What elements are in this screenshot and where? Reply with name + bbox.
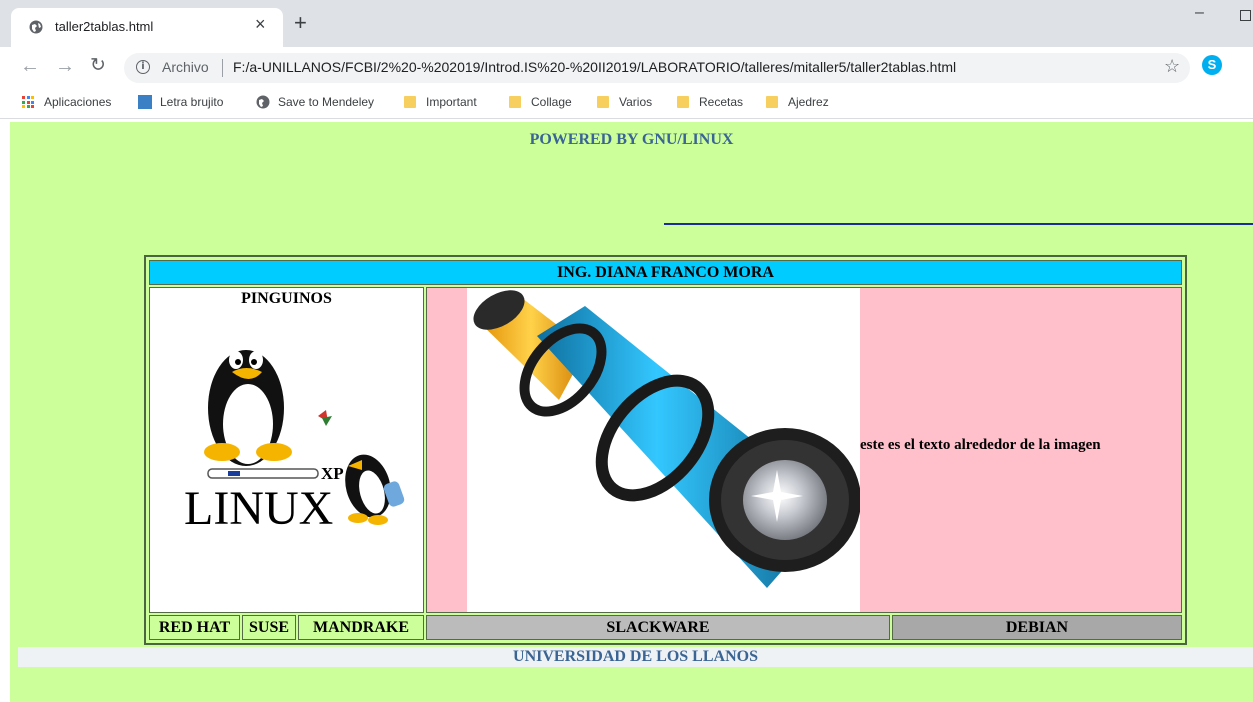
- tab-title: taller2tablas.html: [55, 19, 154, 34]
- folder-icon: [766, 96, 778, 108]
- address-separator: [222, 59, 223, 77]
- reload-icon[interactable]: ↻: [90, 55, 106, 77]
- bookmark-label: Ajedrez: [788, 95, 829, 109]
- bookmark-label: Aplicaciones: [44, 95, 112, 109]
- bookmark-collage[interactable]: Collage: [509, 95, 572, 109]
- bookmark-varios[interactable]: Varios: [597, 95, 652, 109]
- linux-logo-xp: XP: [321, 464, 344, 483]
- image-side-text: este es el texto alrededor de la imagen: [860, 437, 1101, 453]
- bookmark-label: Varios: [619, 95, 653, 109]
- bookmark-label: Recetas: [699, 95, 744, 109]
- browser-toolbar: ← → ↻ i Archivo F:/a-UNILLANOS/FCBI/2%20…: [0, 47, 1253, 89]
- distro-cell-redhat: RED HAT: [149, 615, 240, 640]
- pinguinos-cell: PINGUINOS XP LINUX: [149, 287, 424, 613]
- footer-university: UNIVERSIDAD DE LOS LLANOS: [18, 647, 1253, 667]
- globe-icon: [256, 95, 270, 109]
- telescope-image: [467, 288, 860, 612]
- folder-icon: [509, 96, 521, 108]
- tab-strip: taller2tablas.html × + –: [0, 0, 1253, 47]
- bookmarks-bar: Aplicaciones Letra brujito Save to Mende…: [0, 89, 1253, 119]
- folder-icon: [597, 96, 609, 108]
- skype-extension-icon[interactable]: S: [1202, 55, 1222, 75]
- linux-logo-text: LINUX: [184, 482, 333, 535]
- bookmark-letra-brujito[interactable]: Letra brujito: [138, 95, 223, 109]
- new-tab-button[interactable]: +: [294, 12, 307, 34]
- page-body: POWERED BY GNU/LINUX ING. DIANA FRANCO M…: [10, 122, 1253, 702]
- address-bar[interactable]: i Archivo F:/a-UNILLANOS/FCBI/2%20-%2020…: [124, 53, 1190, 83]
- bookmark-label: Collage: [531, 95, 572, 109]
- distro-cell-debian: DEBIAN: [892, 615, 1182, 640]
- table-header-cell: ING. DIANA FRANCO MORA: [149, 260, 1182, 285]
- distro-cell-mandrake: MANDRAKE: [298, 615, 424, 640]
- bookmark-label: Save to Mendeley: [278, 95, 375, 109]
- distro-cell-suse: SUSE: [242, 615, 296, 640]
- bookmark-recetas[interactable]: Recetas: [677, 95, 743, 109]
- bookmark-important[interactable]: Important: [404, 95, 477, 109]
- distro-cell-slackware: SLACKWARE: [426, 615, 890, 640]
- image-cell: este es el texto alrededor de la imagen: [426, 287, 1182, 613]
- close-tab-icon[interactable]: ×: [255, 14, 266, 35]
- bookmark-star-icon[interactable]: ☆: [1164, 56, 1180, 77]
- back-arrow-icon[interactable]: ←: [20, 55, 40, 77]
- powered-by-heading: POWERED BY GNU/LINUX: [529, 131, 734, 148]
- info-icon[interactable]: i: [136, 60, 150, 74]
- bookmark-label: Letra brujito: [160, 95, 224, 109]
- apps-grid-icon: [22, 96, 34, 108]
- bookmark-aplicaciones[interactable]: Aplicaciones: [22, 95, 111, 109]
- globe-icon: [29, 20, 43, 34]
- bookmark-ajedrez[interactable]: Ajedrez: [766, 95, 829, 109]
- bookmark-save-to-mendeley[interactable]: Save to Mendeley: [256, 95, 374, 109]
- letra-brujito-icon: [138, 95, 152, 109]
- folder-icon: [404, 96, 416, 108]
- tux-penguin-icon: [204, 350, 292, 466]
- minimize-icon[interactable]: –: [1195, 4, 1204, 22]
- folder-icon: [677, 96, 689, 108]
- small-penguin-icon: [345, 454, 405, 525]
- pinguinos-title: PINGUINOS: [241, 290, 332, 307]
- maximize-icon[interactable]: [1240, 10, 1251, 21]
- browser-tab[interactable]: taller2tablas.html ×: [11, 8, 283, 47]
- bookmark-label: Important: [426, 95, 477, 109]
- address-scheme: Archivo: [162, 59, 209, 75]
- linux-penguins-image: XP LINUX: [184, 350, 405, 535]
- horizontal-rule: [664, 223, 1253, 225]
- address-url[interactable]: F:/a-UNILLANOS/FCBI/2%20-%202019/Introd.…: [233, 59, 956, 75]
- main-table: ING. DIANA FRANCO MORA PINGUINOS XP LINU…: [144, 255, 1187, 645]
- forward-arrow-icon[interactable]: →: [55, 55, 75, 77]
